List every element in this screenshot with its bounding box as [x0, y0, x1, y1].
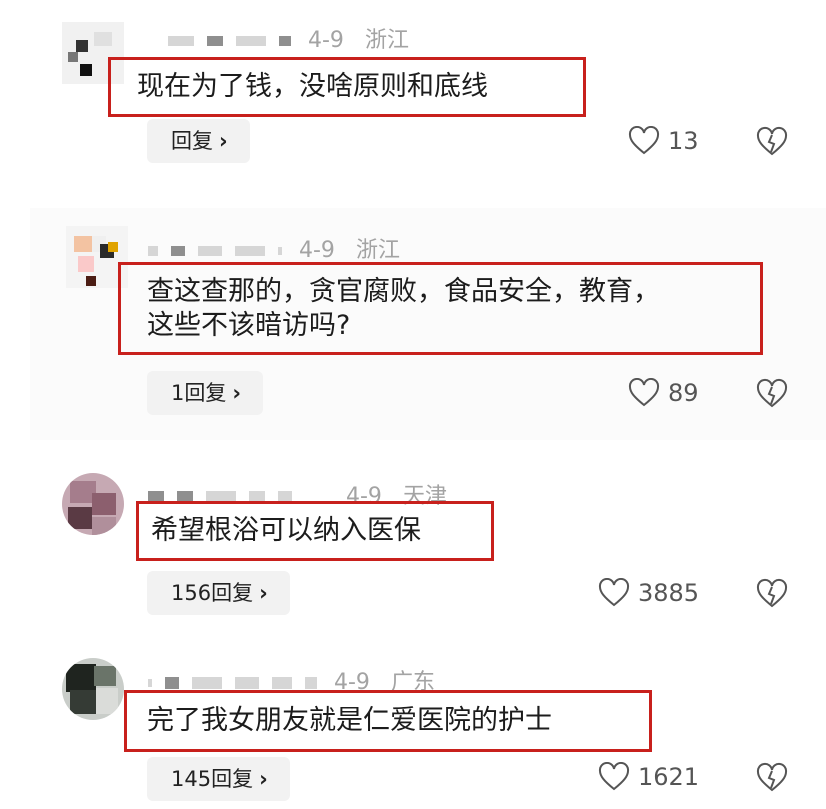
username-blur — [207, 36, 223, 46]
reply-button[interactable]: 145回复 › — [147, 757, 290, 801]
comment-text-line: 完了我女朋友就是仁爱医院的护士 — [147, 705, 552, 736]
comment-text-line: 这些不该暗访吗? — [147, 310, 351, 341]
like-button[interactable]: 13 — [628, 126, 699, 156]
username-blur — [236, 36, 266, 46]
username-blur — [235, 677, 259, 689]
reply-button[interactable]: 156回复 › — [147, 571, 290, 615]
comment-text: 查这查那的，贪官腐败，食品安全，教育， 这些不该暗访吗? — [118, 262, 763, 355]
avatar[interactable] — [62, 473, 124, 535]
username-blur — [148, 679, 152, 687]
username-blur — [235, 246, 265, 256]
reply-button[interactable]: 1回复 › — [147, 371, 264, 415]
chevron-right-icon: › — [259, 581, 268, 605]
reply-label: 145回复 — [171, 767, 254, 791]
comment-location: 浙江 — [364, 28, 409, 53]
username-blur — [305, 677, 317, 689]
comment-text-line: 希望根浴可以纳入医保 — [151, 515, 421, 546]
username-blur — [192, 677, 222, 689]
like-button[interactable]: 1621 — [598, 762, 699, 792]
broken-heart-icon[interactable] — [756, 378, 788, 410]
username-blur — [279, 36, 291, 46]
chevron-right-icon: › — [232, 381, 242, 405]
username-blur — [198, 246, 222, 256]
reply-label: 回复 — [171, 129, 213, 153]
comment-text-line: 查这查那的，贪官腐败，食品安全，教育， — [147, 276, 660, 307]
comment-meta: 4-9 浙江 — [148, 232, 400, 264]
chevron-right-icon: › — [259, 767, 268, 791]
like-button[interactable]: 89 — [628, 378, 699, 408]
like-count: 89 — [668, 379, 699, 407]
like-button[interactable]: 3885 — [598, 578, 699, 608]
comment-text: 现在为了钱，没啥原则和底线 — [108, 57, 586, 117]
comment-text-line: 现在为了钱，没啥原则和底线 — [137, 71, 488, 102]
heart-outline-icon — [628, 126, 660, 155]
broken-heart-icon[interactable] — [756, 578, 788, 610]
like-count: 3885 — [638, 579, 700, 607]
comment-meta: 4-9 浙江 — [168, 22, 409, 54]
username-blur — [148, 246, 158, 256]
reply-button[interactable]: 回复 › — [147, 119, 250, 163]
username-blur — [278, 247, 282, 255]
broken-heart-icon[interactable] — [756, 762, 788, 794]
like-count: 13 — [668, 127, 699, 155]
comment-text: 希望根浴可以纳入医保 — [136, 501, 494, 561]
broken-heart-icon[interactable] — [756, 126, 788, 158]
username-blur — [168, 36, 194, 46]
username-blur — [171, 246, 185, 256]
heart-outline-icon — [598, 578, 630, 607]
heart-outline-icon — [598, 762, 630, 791]
comment-text: 完了我女朋友就是仁爱医院的护士 — [124, 690, 652, 752]
like-count: 1621 — [638, 763, 700, 791]
chevron-right-icon: › — [219, 129, 228, 153]
reply-label: 156回复 — [171, 581, 254, 605]
comment-location: 浙江 — [355, 238, 400, 263]
comment-date: 4-9 — [308, 28, 344, 53]
comment-date: 4-9 — [299, 238, 335, 263]
reply-label: 1回复 — [171, 381, 227, 405]
heart-outline-icon — [628, 378, 660, 407]
avatar[interactable] — [62, 658, 124, 720]
username-blur — [165, 677, 179, 689]
username-blur — [272, 677, 292, 689]
